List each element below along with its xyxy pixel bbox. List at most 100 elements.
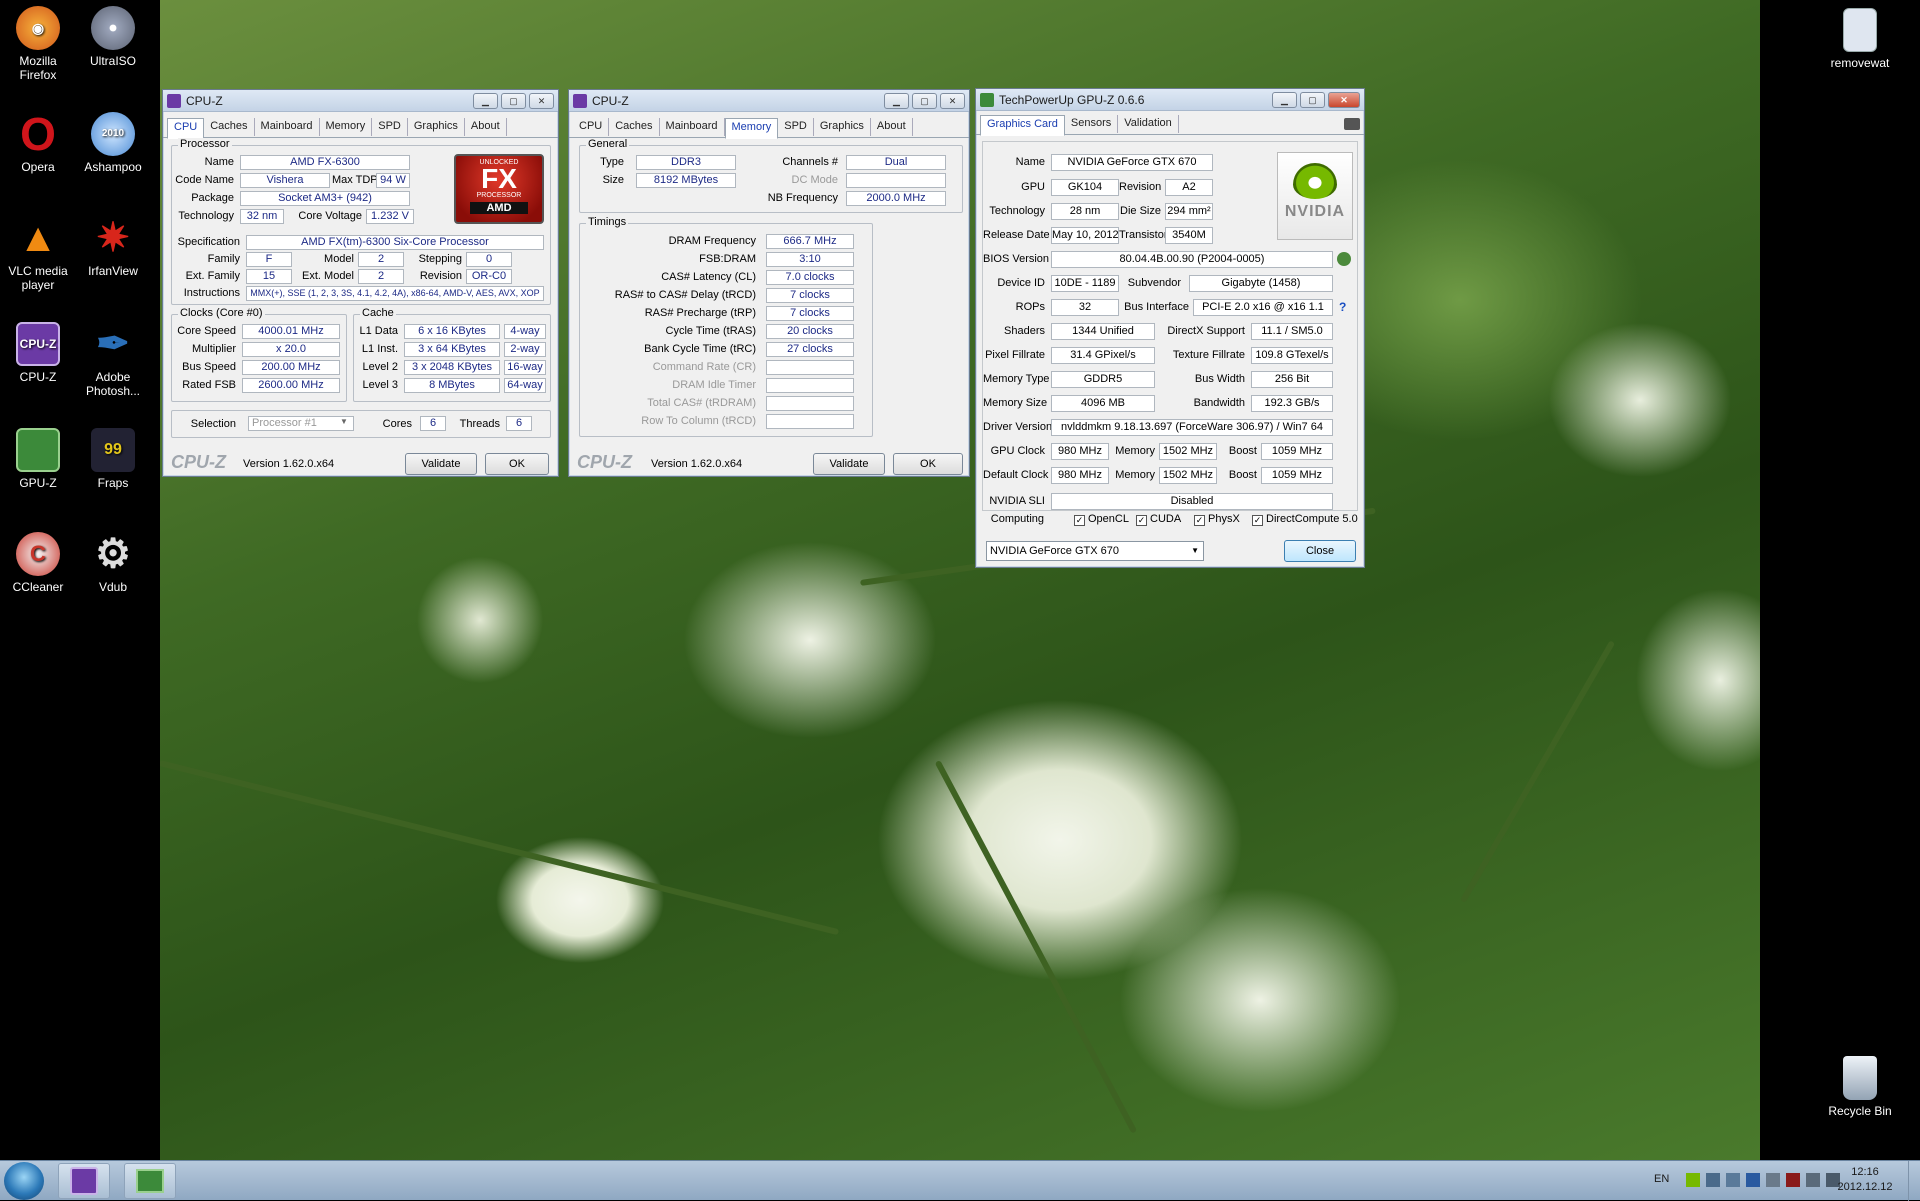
- amd-fx-logo: UNLOCKED FX PROCESSOR AMD: [454, 154, 544, 224]
- camera-icon[interactable]: [1344, 118, 1360, 130]
- check-icon: ✓: [1252, 515, 1263, 526]
- minimize-button[interactable]: ▁: [473, 92, 498, 109]
- timing-value: 7.0 clocks: [766, 270, 854, 285]
- tab-graphics[interactable]: Graphics: [408, 118, 465, 136]
- tab-caches[interactable]: Caches: [609, 118, 660, 136]
- core-speed-value: 4000.01 MHz: [242, 324, 340, 339]
- tab-cpu[interactable]: CPU: [573, 118, 610, 136]
- tab-about[interactable]: About: [465, 118, 507, 136]
- desktop-icon-vdub[interactable]: ⚙ Vdub: [77, 532, 149, 594]
- irfanview-icon: ✷: [96, 216, 130, 260]
- maximize-button[interactable]: ▢: [501, 92, 526, 109]
- card-select-dropdown[interactable]: NVIDIA GeForce GTX 670 ▼: [986, 541, 1204, 561]
- nvidia-tray-icon[interactable]: [1686, 1173, 1700, 1187]
- physx-checkbox[interactable]: ✓ PhysX: [1194, 513, 1240, 526]
- title-bar[interactable]: TechPowerUp GPU-Z 0.6.6 ▁ ▢ ✕: [976, 89, 1364, 111]
- ok-button[interactable]: OK: [893, 453, 963, 475]
- display-icon[interactable]: [1806, 1173, 1820, 1187]
- tab-memory[interactable]: Memory: [724, 118, 779, 139]
- taskbar-gpuz-button[interactable]: [124, 1163, 176, 1199]
- desktop-icon-ccleaner[interactable]: C CCleaner: [2, 532, 74, 594]
- corevoltage-value: 1.232 V: [366, 209, 414, 224]
- tab-mainboard[interactable]: Mainboard: [660, 118, 725, 136]
- taskbar: EN 12:16 2012.12.12: [0, 1160, 1920, 1201]
- tray-app-icon[interactable]: [1786, 1173, 1800, 1187]
- start-button[interactable]: [4, 1162, 44, 1200]
- timing-label: Bank Cycle Time (tRC): [644, 343, 756, 355]
- desktop-icon-fraps[interactable]: 99 Fraps: [77, 428, 149, 490]
- desktop-icon-photoshop[interactable]: ✒ Adobe Photosh...: [77, 322, 149, 398]
- timing-label: RAS# to CAS# Delay (tRCD): [614, 289, 756, 301]
- desktop-icon-vlc[interactable]: ▲ VLC media player: [2, 216, 74, 292]
- timing-value: [766, 396, 854, 411]
- tab-graphics[interactable]: Graphics: [814, 118, 871, 136]
- cpuz-app-icon: [573, 93, 587, 108]
- speaker-icon[interactable]: [1726, 1173, 1740, 1187]
- desktop-icon-irfanview[interactable]: ✷ IrfanView: [77, 216, 149, 278]
- check-icon: ✓: [1136, 515, 1147, 526]
- desktop-icon-gpuz[interactable]: GPU-Z: [2, 428, 74, 490]
- maximize-button[interactable]: ▢: [912, 92, 937, 109]
- save-bios-icon[interactable]: [1337, 252, 1351, 266]
- close-button[interactable]: ✕: [1328, 91, 1360, 108]
- version-label: Version 1.62.0.x64: [243, 458, 335, 470]
- network-icon[interactable]: [1746, 1173, 1760, 1187]
- gpu-card-icon: [136, 1169, 164, 1193]
- minimize-button[interactable]: ▁: [884, 92, 909, 109]
- tab-caches[interactable]: Caches: [204, 118, 255, 136]
- package-value: Socket AM3+ (942): [240, 191, 410, 206]
- opencl-checkbox[interactable]: ✓ OpenCL: [1074, 513, 1129, 526]
- general-group: General Type DDR3 Size 8192 MBytes Chann…: [579, 138, 963, 213]
- language-indicator[interactable]: EN: [1654, 1173, 1669, 1185]
- desktop-icon-ashampoo[interactable]: 2010 Ashampoo: [77, 112, 149, 174]
- desktop-icon-removewat[interactable]: removewat: [1824, 8, 1896, 70]
- validate-button[interactable]: Validate: [405, 453, 477, 475]
- cuda-checkbox[interactable]: ✓ CUDA: [1136, 513, 1181, 526]
- tab-about[interactable]: About: [871, 118, 913, 136]
- maximize-button[interactable]: ▢: [1300, 91, 1325, 108]
- tab-mainboard[interactable]: Mainboard: [255, 118, 320, 136]
- desktop-icon-recycle-bin[interactable]: Recycle Bin: [1824, 1056, 1896, 1118]
- tab-validation[interactable]: Validation: [1118, 115, 1179, 133]
- gpuz-window: TechPowerUp GPU-Z 0.6.6 ▁ ▢ ✕ Graphics C…: [975, 88, 1365, 568]
- processor-select[interactable]: Processor #1: [248, 416, 354, 431]
- disc-icon: [91, 6, 135, 50]
- help-icon[interactable]: ?: [1339, 300, 1346, 314]
- gpu-name-value: NVIDIA GeForce GTX 670: [1051, 154, 1213, 171]
- driver-version-value: nvlddmkm 9.18.13.697 (ForceWare 306.97) …: [1051, 419, 1333, 436]
- firefox-icon: ◉: [16, 6, 60, 50]
- directcompute-checkbox[interactable]: ✓ DirectCompute 5.0: [1252, 513, 1358, 526]
- close-button[interactable]: ✕: [940, 92, 965, 109]
- close-button[interactable]: ✕: [529, 92, 554, 109]
- timing-value: 27 clocks: [766, 342, 854, 357]
- tab-sensors[interactable]: Sensors: [1065, 115, 1119, 133]
- minimize-button[interactable]: ▁: [1272, 91, 1297, 108]
- keyboard-icon[interactable]: [1766, 1173, 1780, 1187]
- desktop-icon-opera[interactable]: O Opera: [2, 111, 74, 174]
- validate-button[interactable]: Validate: [813, 453, 885, 475]
- desktop-icon-ultraiso[interactable]: UltraISO: [77, 6, 149, 68]
- nvidia-logo: NVIDIA: [1277, 152, 1353, 240]
- close-dialog-button[interactable]: Close: [1284, 540, 1356, 562]
- processor-group: Processor Name AMD FX-6300 Code Name Vis…: [171, 138, 551, 305]
- clock[interactable]: 12:16 2012.12.12: [1830, 1165, 1900, 1195]
- ok-button[interactable]: OK: [485, 453, 549, 475]
- tab-spd[interactable]: SPD: [778, 118, 814, 136]
- desktop-icon-firefox[interactable]: ◉ Mozilla Firefox: [2, 6, 74, 82]
- tab-spd[interactable]: SPD: [372, 118, 408, 136]
- check-icon: ✓: [1074, 515, 1085, 526]
- tab-cpu[interactable]: CPU: [167, 118, 205, 139]
- title-bar[interactable]: CPU-Z ▁ ▢ ✕: [163, 90, 558, 112]
- tab-strip: CPU Caches Mainboard Memory SPD Graphics…: [163, 112, 558, 139]
- show-desktop-button[interactable]: [1908, 1161, 1920, 1201]
- timing-value: 3:10: [766, 252, 854, 267]
- graphics-card-panel: Name NVIDIA GeForce GTX 670 GPU GK104 Re…: [982, 141, 1358, 511]
- chevron-down-icon: ▼: [340, 417, 348, 426]
- taskbar-cpuz-button[interactable]: [58, 1163, 110, 1199]
- tab-memory[interactable]: Memory: [320, 118, 373, 136]
- nvidia-eye-icon: [1293, 163, 1337, 199]
- title-bar[interactable]: CPU-Z ▁ ▢ ✕: [569, 90, 969, 112]
- desktop-icon-cpuz[interactable]: CPU-Z CPU-Z: [2, 322, 74, 384]
- flag-icon[interactable]: [1706, 1173, 1720, 1187]
- tab-graphics-card[interactable]: Graphics Card: [980, 115, 1065, 136]
